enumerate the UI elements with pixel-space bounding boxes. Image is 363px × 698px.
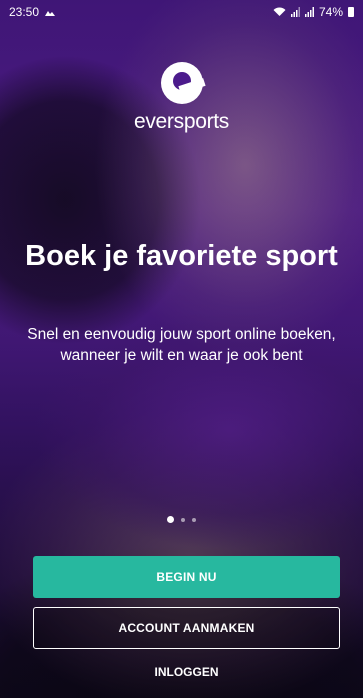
eversports-logo-icon xyxy=(160,62,203,104)
signal-icon xyxy=(304,7,314,17)
battery-icon xyxy=(348,7,354,17)
login-link[interactable]: INLOGGEN xyxy=(33,660,340,684)
page-indicator[interactable] xyxy=(0,516,363,523)
status-left: 23:50 xyxy=(9,5,56,19)
wifi-icon xyxy=(273,7,286,16)
create-account-button[interactable]: ACCOUNT AANMAKEN xyxy=(33,607,340,649)
brand-name: eversports xyxy=(133,110,230,133)
battery-percent: 74% xyxy=(318,5,343,19)
begin-now-button[interactable]: BEGIN NU xyxy=(33,556,340,598)
page-dot[interactable] xyxy=(181,517,185,522)
status-right: 74% xyxy=(273,5,354,19)
status-bar: 23:50 74% xyxy=(0,0,363,24)
onboarding-headline: Boek je favoriete sport xyxy=(25,240,338,272)
signal-icon xyxy=(290,7,300,17)
page-dot[interactable] xyxy=(192,517,196,522)
onboarding-screen: 23:50 74% eversports Boek je favoriete s… xyxy=(0,0,363,698)
onboarding-description: Snel en eenvoudig jouw sport online boek… xyxy=(27,326,336,364)
image-notification-icon xyxy=(45,11,56,16)
status-time: 23:50 xyxy=(9,5,40,19)
brand-logo: eversports xyxy=(0,62,363,134)
page-dot-active[interactable] xyxy=(167,516,174,523)
